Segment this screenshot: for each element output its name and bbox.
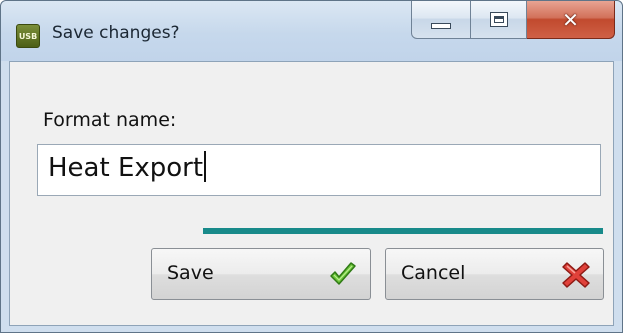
title-bar[interactable]: USB Save changes? ✕ [1,1,622,61]
dialog-body: Format name: Heat Export Save Cancel [9,61,614,326]
save-button-label: Save [167,262,214,284]
window-title: Save changes? [52,23,180,43]
maximize-button[interactable] [471,1,527,39]
format-name-input[interactable]: Heat Export [37,144,601,196]
close-icon: ✕ [562,7,579,32]
maximize-icon [489,12,508,27]
cancel-button-label: Cancel [401,262,466,284]
minimize-button[interactable] [411,1,471,39]
app-icon: USB [16,24,40,48]
dialog-window: USB Save changes? ✕ Format name: Heat Ex… [0,0,623,333]
red-x-icon [562,262,590,288]
window-controls: ✕ [411,1,615,41]
app-icon-text: USB [18,31,38,41]
checkmark-icon [330,262,356,285]
minimize-icon [431,22,451,29]
text-caret [204,151,207,182]
format-name-label: Format name: [43,109,177,131]
format-name-value: Heat Export [48,153,204,183]
progress-indicator [203,228,603,234]
cancel-button[interactable]: Cancel [385,248,604,300]
save-button[interactable]: Save [151,248,371,300]
close-button[interactable]: ✕ [527,1,615,39]
